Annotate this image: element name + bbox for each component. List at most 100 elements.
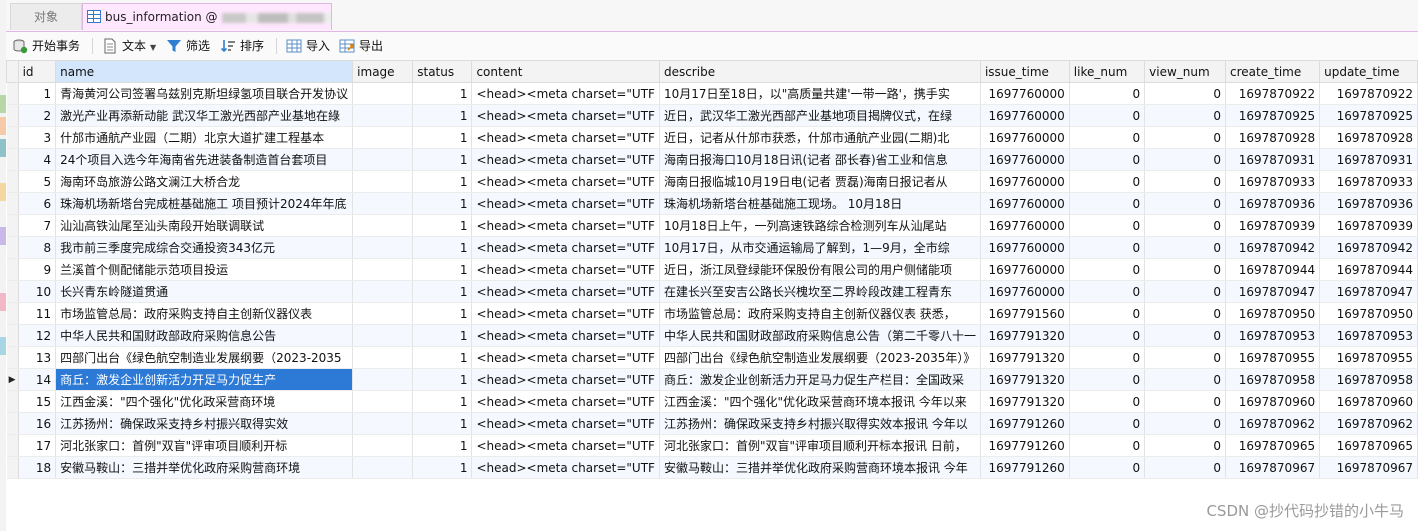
cell-update-time[interactable]: 1697870965 [1319, 434, 1418, 457]
cell-create-time[interactable]: 1697870960 [1225, 390, 1321, 413]
cell-status[interactable]: 1 [412, 192, 473, 215]
cell-view-num[interactable]: 0 [1144, 82, 1227, 105]
table-row[interactable]: 9 兰溪首个侧配储能示范项目投运 1 <head><meta charset="UTF… [6, 258, 1418, 281]
cell-update-time[interactable]: 1697870955 [1319, 346, 1418, 369]
cell-like-num[interactable]: 0 [1069, 258, 1146, 281]
cell-create-time[interactable]: 1697870933 [1225, 170, 1321, 193]
cell-name[interactable]: 中华人民共和国财政部政府采购信息公告 [55, 324, 354, 347]
cell-id[interactable]: 1 [18, 82, 57, 105]
cell-content[interactable]: <head><meta charset="UTF [471, 236, 660, 259]
row-indicator[interactable] [6, 412, 19, 435]
cell-update-time[interactable]: 1697870931 [1319, 148, 1418, 171]
cell-id[interactable]: 6 [18, 192, 57, 215]
cell-like-num[interactable]: 0 [1069, 148, 1146, 171]
column-header[interactable]: like_num [1068, 60, 1146, 83]
row-indicator[interactable] [6, 258, 19, 281]
table-row[interactable]: 13 四部门出台《绿色航空制造业发展纲要（2023-2035 1 <head><met… [6, 346, 1418, 369]
cell-content[interactable]: <head><meta charset="UTF [471, 456, 660, 479]
cell-create-time[interactable]: 1697870922 [1225, 82, 1321, 105]
cell-content[interactable]: <head><meta charset="UTF [471, 302, 660, 325]
column-header[interactable]: update_time [1319, 60, 1418, 83]
cell-id[interactable]: 4 [18, 148, 57, 171]
data-grid[interactable]: id name image status content describe is… [6, 60, 1418, 479]
cell-view-num[interactable]: 0 [1144, 258, 1227, 281]
cell-issue-time[interactable]: 1697760000 [980, 236, 1070, 259]
cell-create-time[interactable]: 1697870942 [1225, 236, 1321, 259]
cell-update-time[interactable]: 1697870967 [1319, 456, 1418, 479]
cell-describe[interactable]: 安徽马鞍山：三措并举优化政府采购营商环境本报讯 今年 [659, 456, 981, 479]
row-indicator[interactable] [6, 346, 19, 369]
cell-content[interactable]: <head><meta charset="UTF [471, 434, 660, 457]
cell-like-num[interactable]: 0 [1069, 104, 1146, 127]
cell-content[interactable]: <head><meta charset="UTF [471, 258, 660, 281]
table-row[interactable]: 11 市场监管总局：政府采购支持自主创新仪器仪表 1 <head><meta char… [6, 302, 1418, 325]
row-indicator[interactable] [6, 192, 19, 215]
cell-name[interactable]: 汕汕高铁汕尾至汕头南段开始联调联试 [55, 214, 354, 237]
cell-image[interactable] [352, 236, 414, 259]
cell-id[interactable]: 10 [18, 280, 57, 303]
cell-image[interactable] [352, 324, 414, 347]
row-indicator[interactable] [6, 456, 19, 479]
cell-status[interactable]: 1 [412, 170, 473, 193]
cell-update-time[interactable]: 1697870922 [1319, 82, 1418, 105]
cell-content[interactable]: <head><meta charset="UTF [471, 104, 660, 127]
row-indicator[interactable] [6, 280, 19, 303]
cell-like-num[interactable]: 0 [1069, 302, 1146, 325]
cell-issue-time[interactable]: 1697760000 [980, 192, 1070, 215]
column-header[interactable]: issue_time [979, 60, 1070, 83]
cell-name[interactable]: 兰溪首个侧配储能示范项目投运 [55, 258, 354, 281]
table-row[interactable]: ▶ 14 商丘：激发企业创新活力开足马力促生产 1 <head><meta charse… [6, 368, 1418, 391]
column-header[interactable]: content [471, 60, 660, 83]
cell-update-time[interactable]: 1697870944 [1319, 258, 1418, 281]
cell-describe[interactable]: 10月17日，从市交通运输局了解到，1—9月，全市综 [659, 236, 981, 259]
cell-status[interactable]: 1 [412, 456, 473, 479]
cell-content[interactable]: <head><meta charset="UTF [471, 390, 660, 413]
cell-status[interactable]: 1 [412, 126, 473, 149]
cell-content[interactable]: <head><meta charset="UTF [471, 324, 660, 347]
cell-issue-time[interactable]: 1697760000 [980, 214, 1070, 237]
cell-view-num[interactable]: 0 [1144, 192, 1227, 215]
table-row[interactable]: 18 安徽马鞍山：三措并举优化政府采购营商环境 1 <head><meta chars… [6, 456, 1418, 479]
cell-issue-time[interactable]: 1697760000 [980, 148, 1070, 171]
table-row[interactable]: 17 河北张家口：首例"双盲"评审项目顺利开标 1 <head><meta chars… [6, 434, 1418, 457]
cell-describe[interactable]: 海南日报海口10月18日讯(记者 邵长春)省工业和信息 [659, 148, 981, 171]
cell-issue-time[interactable]: 1697760000 [980, 82, 1070, 105]
table-row[interactable]: 15 江西金溪："四个强化"优化政采营商环境 1 <head><meta charse… [6, 390, 1418, 413]
column-header[interactable]: describe [658, 60, 981, 83]
table-row[interactable]: 7 汕汕高铁汕尾至汕头南段开始联调联试 1 <head><meta charset="… [6, 214, 1418, 237]
cell-id[interactable]: 16 [18, 412, 57, 435]
filter-button[interactable]: 筛选 [166, 36, 210, 56]
cell-id[interactable]: 2 [18, 104, 57, 127]
cell-describe[interactable]: 近日，记者从什邡市获悉，什邡市通航产业园(二期)北 [659, 126, 981, 149]
cell-update-time[interactable]: 1697870939 [1319, 214, 1418, 237]
cell-image[interactable] [352, 126, 414, 149]
cell-create-time[interactable]: 1697870950 [1225, 302, 1321, 325]
cell-describe[interactable]: 江西金溪："四个强化"优化政采营商环境本报讯 今年以来 [659, 390, 981, 413]
cell-view-num[interactable]: 0 [1144, 104, 1227, 127]
cell-name[interactable]: 海南环岛旅游公路文澜江大桥合龙 [55, 170, 354, 193]
cell-view-num[interactable]: 0 [1144, 236, 1227, 259]
tab-bus-information[interactable]: bus_information @ [82, 3, 332, 30]
cell-like-num[interactable]: 0 [1069, 192, 1146, 215]
cell-name[interactable]: 河北张家口：首例"双盲"评审项目顺利开标 [55, 434, 354, 457]
cell-view-num[interactable]: 0 [1144, 456, 1227, 479]
cell-id[interactable]: 7 [18, 214, 57, 237]
cell-name[interactable]: 四部门出台《绿色航空制造业发展纲要（2023-2035 [55, 346, 354, 369]
cell-content[interactable]: <head><meta charset="UTF [471, 280, 660, 303]
cell-issue-time[interactable]: 1697791260 [980, 434, 1070, 457]
cell-issue-time[interactable]: 1697791320 [980, 390, 1070, 413]
cell-view-num[interactable]: 0 [1144, 412, 1227, 435]
cell-name[interactable]: 商丘：激发企业创新活力开足马力促生产 [55, 368, 354, 391]
cell-status[interactable]: 1 [412, 214, 473, 237]
cell-name[interactable]: 什邡市通航产业园（二期）北京大道扩建工程基本 [55, 126, 354, 149]
cell-describe[interactable]: 在建长兴至安吉公路长兴槐坎至二界岭段改建工程青东 [659, 280, 981, 303]
cell-content[interactable]: <head><meta charset="UTF [471, 368, 660, 391]
cell-describe[interactable]: 近日，武汉华工激光西部产业基地项目揭牌仪式，在绿 [659, 104, 981, 127]
cell-create-time[interactable]: 1697870939 [1225, 214, 1321, 237]
cell-create-time[interactable]: 1697870962 [1225, 412, 1321, 435]
cell-describe[interactable]: 10月17日至18日，以"高质量共建'一带一路'，携手实 [659, 82, 981, 105]
cell-name[interactable]: 珠海机场新塔台完成桩基础施工 项目预计2024年年底 [55, 192, 354, 215]
cell-like-num[interactable]: 0 [1069, 82, 1146, 105]
cell-update-time[interactable]: 1697870958 [1319, 368, 1418, 391]
cell-name[interactable]: 激光产业再添新动能 武汉华工激光西部产业基地在綠 [55, 104, 354, 127]
